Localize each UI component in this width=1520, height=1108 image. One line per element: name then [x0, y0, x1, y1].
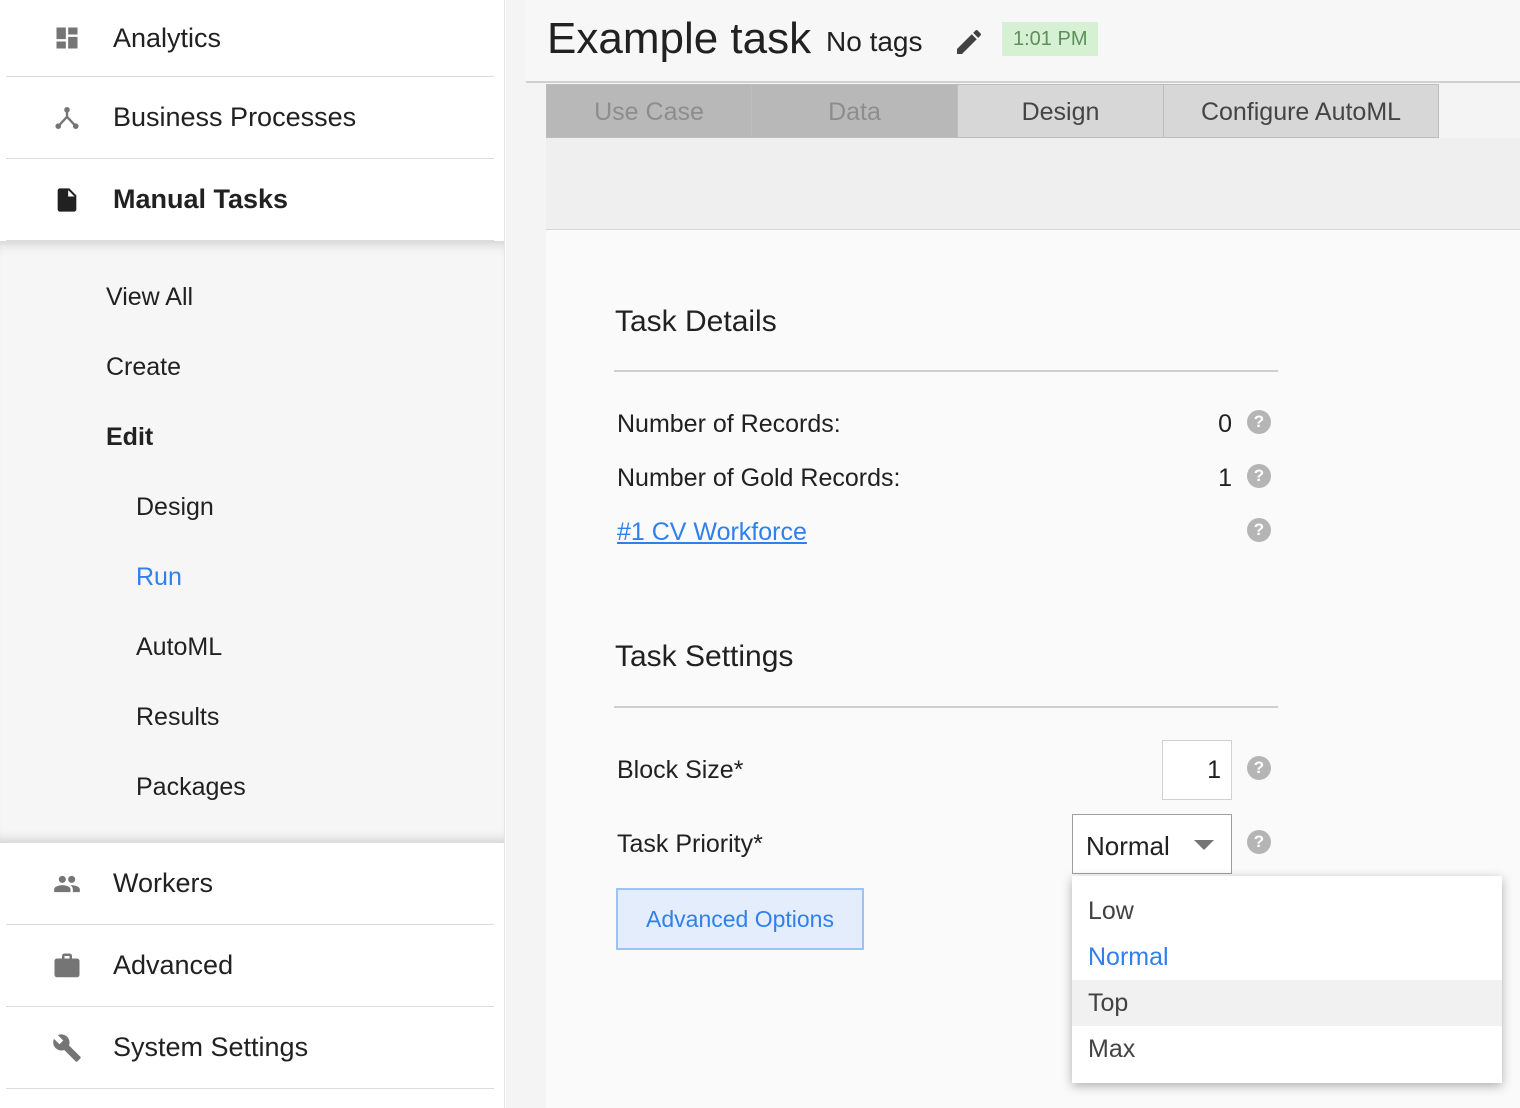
subnav-automl[interactable]: AutoML	[136, 633, 222, 662]
sidebar-item-workers[interactable]: Workers	[6, 843, 494, 925]
block-size-input[interactable]	[1162, 740, 1232, 800]
priority-option-normal[interactable]: Normal	[1072, 934, 1502, 980]
process-icon	[52, 103, 82, 133]
caret-down-icon	[1194, 840, 1214, 850]
priority-option-top[interactable]: Top	[1072, 980, 1502, 1026]
task-settings-title: Task Settings	[615, 640, 794, 673]
sidebar-item-manual-tasks[interactable]: Manual Tasks	[6, 159, 494, 241]
help-icon[interactable]: ?	[1247, 464, 1271, 488]
subnav-packages[interactable]: Packages	[136, 773, 246, 802]
task-tabs: Use Case Data Design Configure AutoML	[546, 84, 1439, 138]
sidebar: Analytics Business Processes Manual Task…	[0, 0, 505, 1108]
block-size-label: Block Size*	[617, 756, 744, 784]
gold-records-label: Number of Gold Records:	[617, 464, 901, 492]
help-icon[interactable]: ?	[1247, 830, 1271, 854]
wrench-icon	[52, 1033, 82, 1063]
help-icon[interactable]: ?	[1247, 410, 1271, 434]
help-icon[interactable]: ?	[1247, 518, 1271, 542]
divider	[614, 370, 1278, 372]
advanced-options-button[interactable]: Advanced Options	[616, 888, 864, 950]
sidebar-item-analytics[interactable]: Analytics	[6, 0, 494, 77]
people-icon	[52, 869, 82, 899]
tab-content-header	[546, 138, 1520, 230]
pencil-icon[interactable]	[953, 26, 985, 58]
sidebar-item-label: Business Processes	[113, 102, 357, 132]
subnav-results[interactable]: Results	[136, 703, 219, 732]
sidebar-item-system-settings[interactable]: System Settings	[6, 1007, 494, 1089]
sidebar-item-label: Advanced	[113, 950, 234, 980]
divider	[614, 706, 1278, 708]
task-header: Example task No tags 1:01 PM	[526, 0, 1520, 83]
sidebar-item-advanced[interactable]: Advanced	[6, 925, 494, 1007]
dashboard-icon	[52, 23, 82, 53]
sidebar-item-business-processes[interactable]: Business Processes	[6, 77, 494, 159]
records-value: 0	[1218, 410, 1232, 438]
tab-configure-automl[interactable]: Configure AutoML	[1164, 84, 1439, 138]
task-priority-value: Normal	[1086, 831, 1170, 861]
priority-option-low[interactable]: Low	[1072, 888, 1502, 934]
sidebar-item-label: Manual Tasks	[113, 184, 289, 214]
sidebar-item-label: Workers	[113, 868, 214, 898]
workforce-link[interactable]: #1 CV Workforce	[617, 518, 807, 547]
document-icon	[52, 185, 82, 215]
task-details-title: Task Details	[615, 305, 777, 338]
subnav-run[interactable]: Run	[136, 563, 182, 592]
time-badge: 1:01 PM	[1002, 22, 1099, 56]
subnav-view-all[interactable]: View All	[106, 283, 193, 312]
subnav-design[interactable]: Design	[136, 493, 214, 522]
subnav-create[interactable]: Create	[106, 353, 181, 382]
sidebar-lower: Workers Advanced System Settings	[0, 843, 504, 1089]
subnav-edit[interactable]: Edit	[106, 423, 153, 452]
tab-data[interactable]: Data	[752, 84, 958, 138]
priority-option-max[interactable]: Max	[1072, 1026, 1502, 1072]
task-priority-label: Task Priority*	[617, 830, 763, 858]
task-priority-dropdown: Low Normal Top Max	[1072, 876, 1502, 1083]
tab-use-case[interactable]: Use Case	[546, 84, 752, 138]
task-priority-select[interactable]: Normal	[1072, 814, 1232, 874]
tab-design[interactable]: Design	[958, 84, 1164, 138]
sidebar-item-label: System Settings	[113, 1032, 309, 1062]
sidebar-item-label: Analytics	[113, 22, 222, 53]
briefcase-icon	[52, 951, 82, 981]
tags-label: No tags	[826, 26, 923, 57]
gold-records-value: 1	[1218, 464, 1232, 492]
help-icon[interactable]: ?	[1247, 756, 1271, 780]
manual-tasks-subnav: View All Create Edit Design Run AutoML R…	[0, 241, 504, 843]
records-label: Number of Records:	[617, 410, 841, 438]
page-title: Example task	[547, 14, 812, 63]
